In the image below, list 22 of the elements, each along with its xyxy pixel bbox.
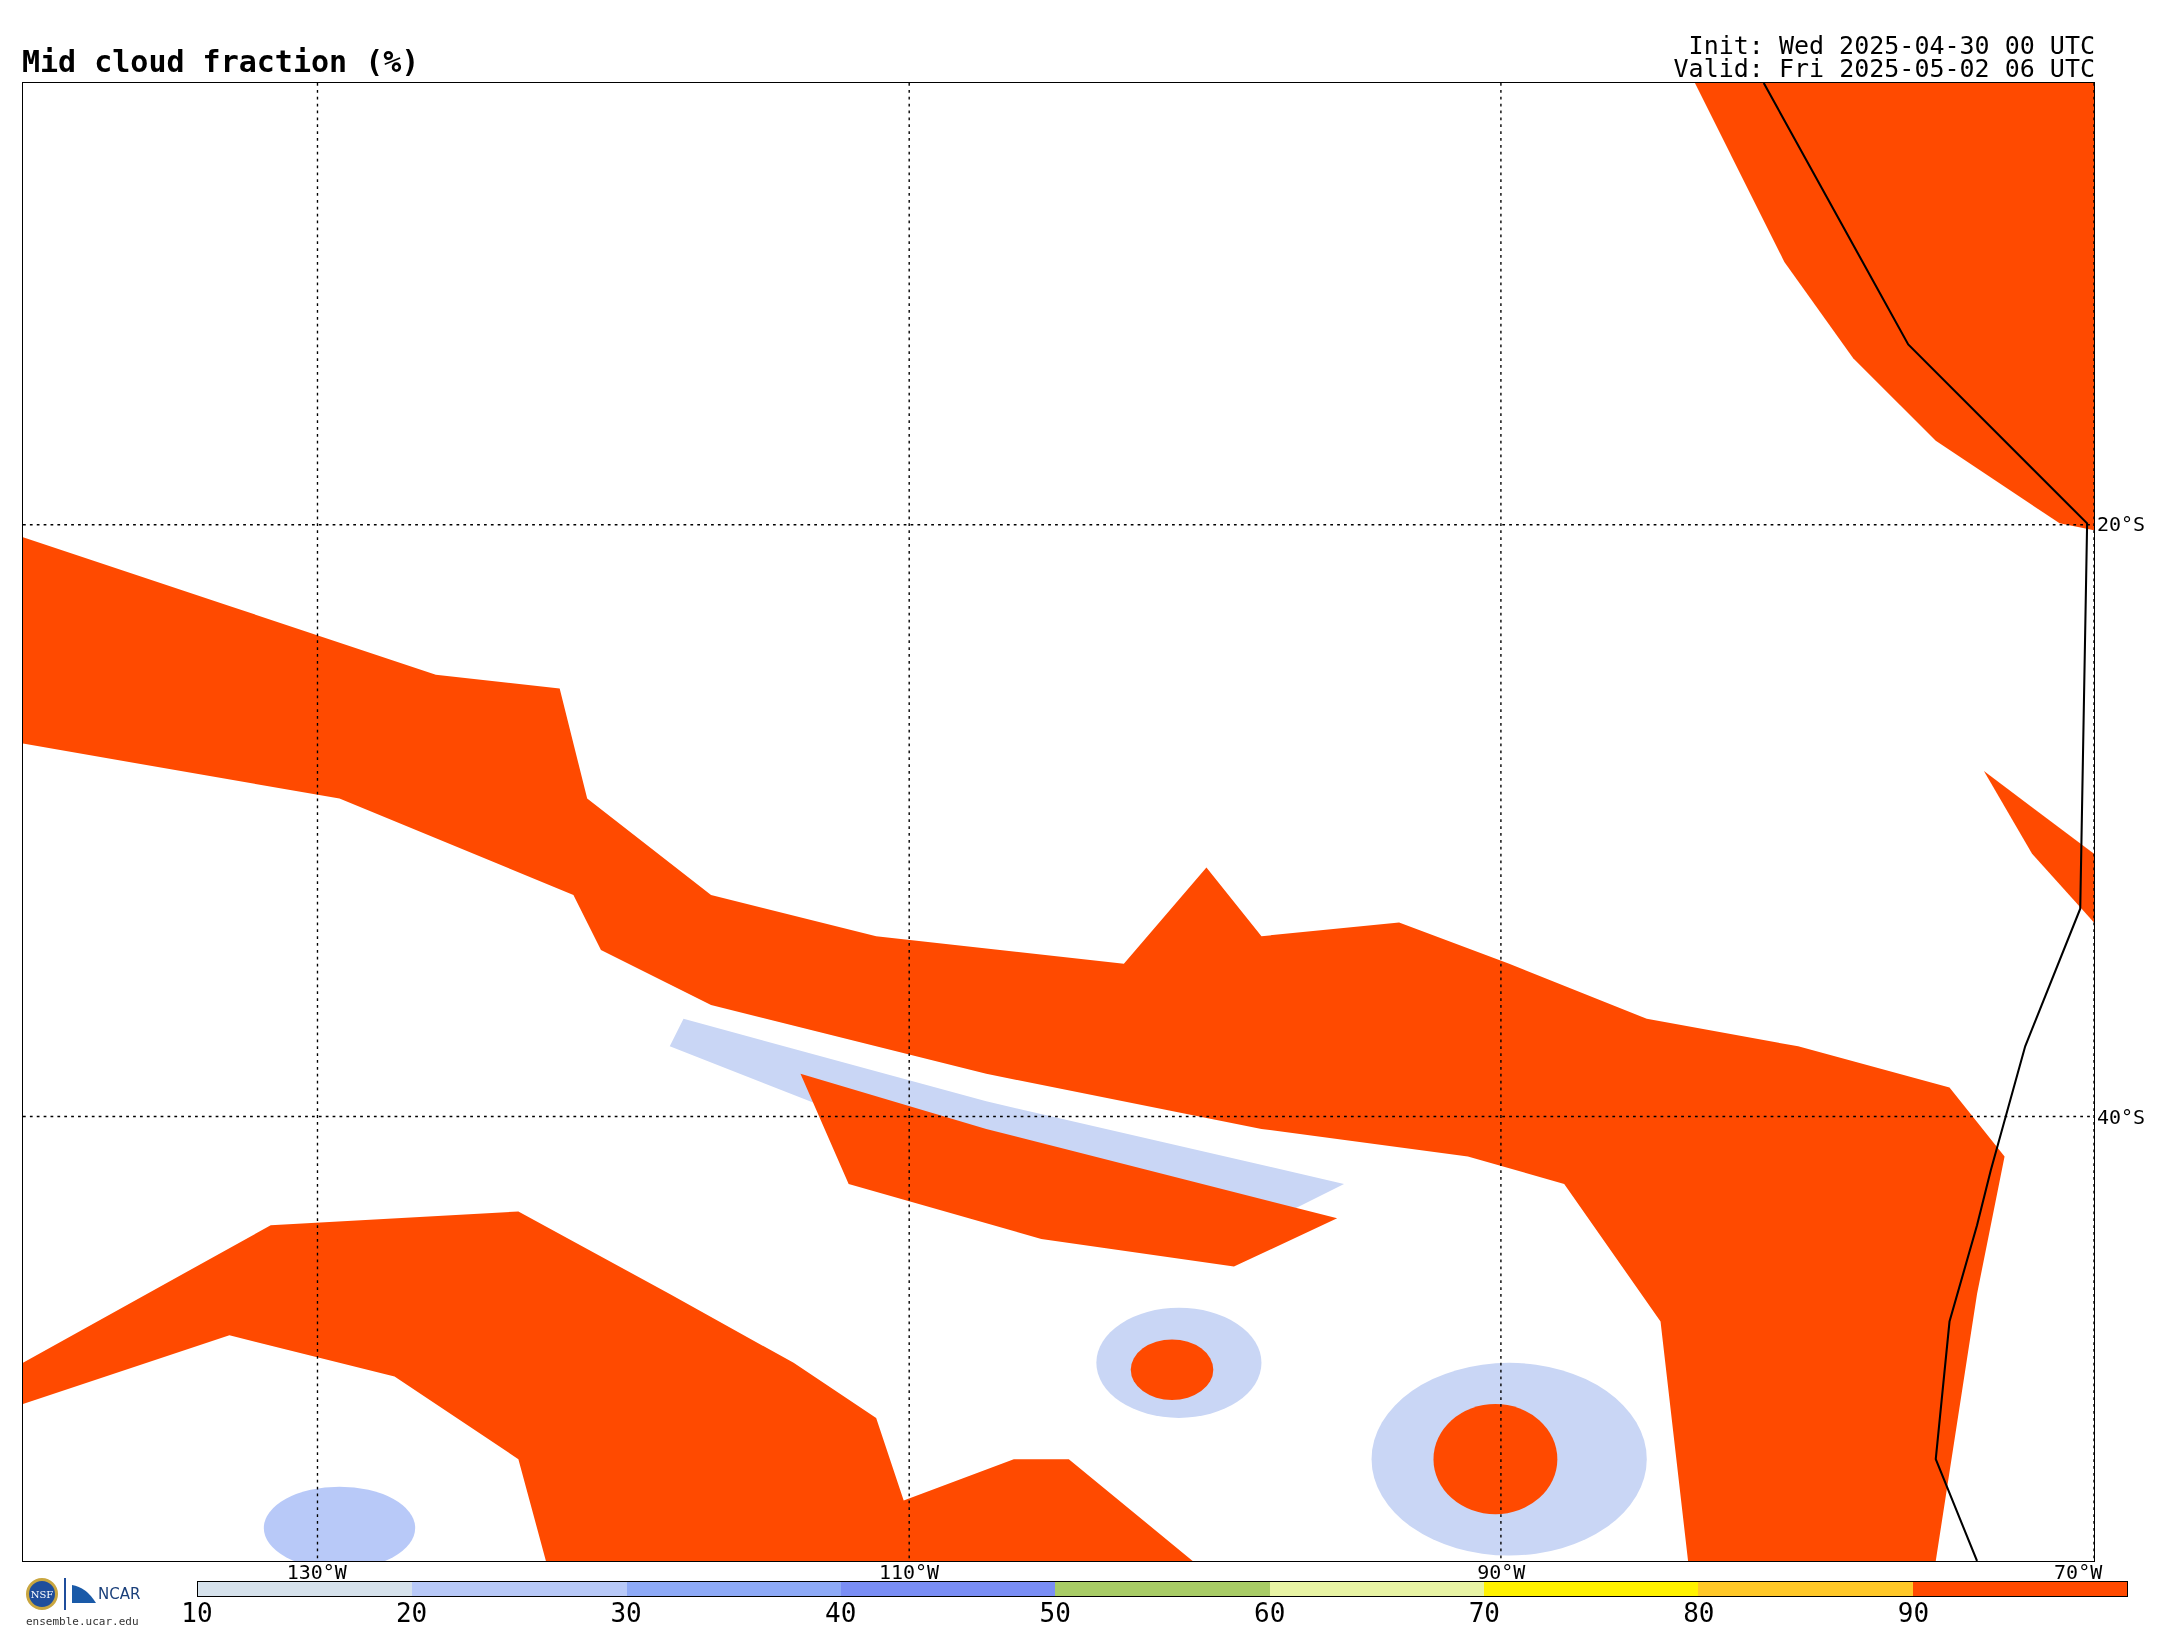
valid-time: Valid: Fri 2025-05-02 06 UTC [1673,57,2095,80]
colorbar-tick-label: 10 [181,1599,213,1626]
init-time: Init: Wed 2025-04-30 00 UTC [1688,34,2095,57]
wave-icon [72,1585,96,1603]
latitude-label: 40°S [2096,1106,2146,1127]
colorbar-tick-label: 40 [825,1599,857,1626]
nsf-logo: NSF [26,1578,58,1610]
longitude-label: 110°W [878,1562,940,1582]
colorbar-tick-label: 70 [1468,1599,1500,1626]
chart-title: Mid cloud fraction (%) [22,44,420,81]
longitude-label: 130°W [286,1562,347,1582]
colorbar-tick-label: 80 [1683,1599,1715,1626]
latitude-label: 20°S [2096,514,2146,535]
ncar-logo-text: NCAR [98,1585,141,1603]
website-url: ensemble.ucar.edu [26,1615,140,1626]
colorbar-tick-label: 50 [1039,1599,1071,1626]
colorbar-tick-label: 20 [395,1599,428,1626]
colorbar-tick-label: 90 [1897,1599,1930,1626]
colorbar-tick-label: 30 [610,1599,642,1626]
longitude-label: 70°W [2054,1562,2103,1582]
longitude-label: 90°W [1477,1562,1526,1582]
colorbar-tick-label: 60 [1254,1599,1286,1626]
